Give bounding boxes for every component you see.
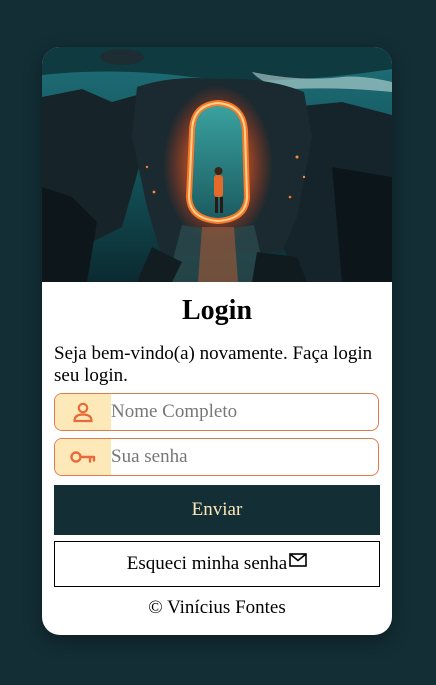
name-input[interactable] — [111, 394, 371, 430]
forgot-password-label: Esqueci minha senha — [126, 553, 288, 574]
user-icon — [55, 394, 111, 430]
password-field — [54, 438, 379, 476]
page-title: Login — [181, 295, 253, 326]
submit-button[interactable]: Enviar — [54, 485, 380, 535]
login-card: Login Seja bem-vindo(a) novamente. Faça … — [42, 47, 392, 635]
footer-credit: © Vinícius Fontes — [148, 597, 286, 618]
forgot-password-button[interactable]: Esqueci minha senha — [54, 541, 380, 587]
mail-icon — [289, 553, 308, 567]
password-input[interactable] — [111, 439, 371, 475]
hero-image — [42, 47, 392, 282]
name-field — [54, 393, 379, 431]
welcome-text: Seja bem-vindo(a) novamente. Faça login … — [54, 343, 373, 386]
key-icon — [55, 439, 111, 475]
